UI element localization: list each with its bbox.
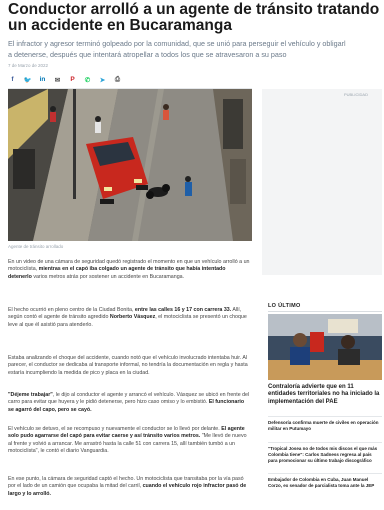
email-icon[interactable]: ✉ — [53, 75, 62, 84]
subhead-line-2: a detenerse, después que intentará atrop… — [8, 50, 287, 59]
article-date: 7 de Marzo de 2022 — [8, 63, 49, 68]
article-paragraph-3: Estaba analizando el choque del accident… — [8, 355, 250, 377]
article-paragraph-6: En ese punto, la cámara de seguridad cap… — [8, 476, 250, 498]
article-hero-image — [8, 89, 252, 241]
linkedin-icon[interactable]: in — [38, 75, 47, 84]
article-subhead: El infractor y agresor terminó golpeado … — [8, 38, 384, 60]
officials-photo-illustration — [268, 314, 382, 380]
ad-label: PUBLICIDAD — [343, 92, 368, 97]
headline-line-1: Conductor arrolló a un agente de tránsit… — [8, 2, 384, 18]
bold-text-run: Norberto Vásquez — [109, 314, 156, 321]
article-paragraph-4: "Déjeme trabajar", le dijo al conductor … — [8, 392, 250, 414]
twitter-icon[interactable]: 🐦 — [23, 75, 32, 84]
article-headline: Conductor arrolló a un agente de tránsit… — [8, 2, 384, 34]
telegram-icon[interactable]: ➤ — [98, 75, 107, 84]
article-paragraph-2: El hecho ocurrió en pleno centro de la C… — [8, 307, 250, 329]
sidebar-headline-3[interactable]: "Tropical Josea no de todos mis discos e… — [268, 446, 382, 463]
sidebar-featured-image[interactable] — [268, 314, 382, 380]
sidebar-divider-1 — [268, 416, 382, 417]
surveillance-scene-illustration — [8, 89, 252, 241]
sidebar-headline-4[interactable]: Embajador de Colombia en Cuba, Juan Manu… — [268, 477, 382, 489]
bold-text-run: entre las calles 16 y 17 con carrera 33. — [134, 307, 232, 313]
text-run: Estaba analizando el choque del accident… — [8, 355, 248, 376]
sidebar-section-title: LO ÚLTIMO — [268, 303, 301, 309]
article-paragraph-1: En un video de una cámara de seguridad q… — [8, 259, 250, 281]
share-bar: f 🐦 in ✉ P ✆ ➤ ⎙ — [8, 74, 252, 85]
ad-placeholder[interactable]: PUBLICIDAD — [262, 89, 382, 275]
article-paragraph-5: El vehículo se detuvo, el se recompuso y… — [8, 426, 250, 455]
sidebar-headline-1[interactable]: Contraloría advierte que en 11 entidades… — [268, 384, 382, 406]
print-icon[interactable]: ⎙ — [113, 75, 122, 84]
headline-line-2: un accidente en Bucaramanga — [8, 17, 232, 34]
sidebar-divider-2 — [268, 442, 382, 443]
sidebar-divider-3 — [268, 473, 382, 474]
image-caption: Agente de tránsito arrollado — [8, 244, 64, 249]
sidebar-title-divider — [268, 311, 382, 312]
pinterest-icon[interactable]: P — [68, 75, 77, 84]
whatsapp-icon[interactable]: ✆ — [83, 75, 92, 84]
subhead-line-1: El infractor y agresor terminó golpeado … — [8, 39, 346, 48]
text-run: varios metros atrás por sostener un acci… — [31, 273, 185, 280]
sidebar-headline-2[interactable]: Defensoría confirma muerte de civiles en… — [268, 420, 382, 432]
bold-text-run: "Déjeme trabajar" — [8, 392, 53, 398]
text-run: El vehículo se detuvo, el se recompuso y… — [8, 426, 222, 432]
text-run: El hecho ocurrió en pleno centro de la C… — [8, 307, 135, 313]
facebook-icon[interactable]: f — [8, 75, 17, 84]
